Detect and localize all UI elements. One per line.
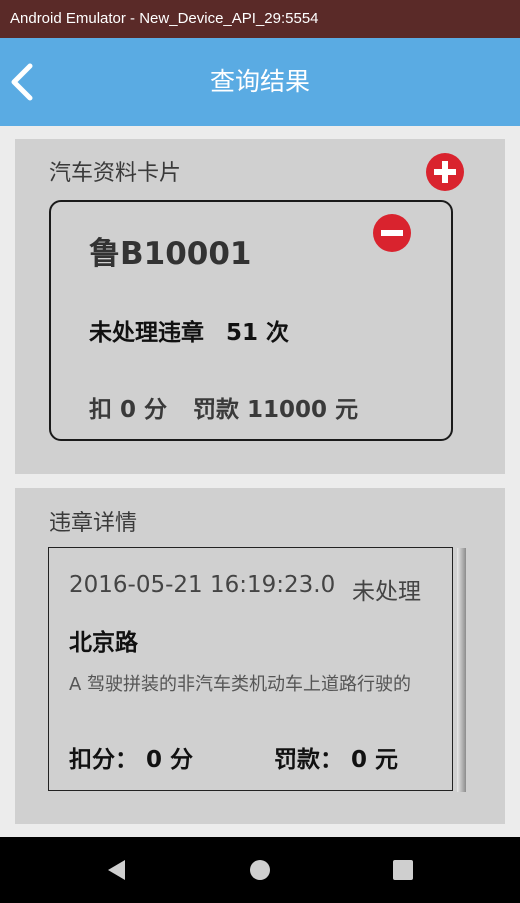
penalty-summary: 扣 0 分罚款 11000 元 — [89, 390, 358, 424]
violation-status: 未处理 — [352, 579, 421, 605]
app-bar: 查询结果 — [0, 38, 520, 126]
pending-count: 51 次 — [226, 320, 290, 346]
violation-description: A 驾驶拼装的非汽车类机动车上道路行驶的 — [69, 674, 412, 695]
violation-time: 2016-05-21 16:19:23.0 — [69, 572, 336, 598]
points-total: 扣 0 分 — [89, 397, 168, 423]
car-card-section-title: 汽车资料卡片 — [49, 161, 182, 186]
add-circle-icon[interactable] — [425, 152, 465, 192]
license-plate: 鲁B10001 — [89, 236, 252, 272]
violation-fine: 罚款： 0 元 — [274, 747, 399, 773]
violation-points: 扣分： 0 分 — [69, 747, 194, 773]
recents-square-icon[interactable] — [390, 857, 416, 883]
pending-violations: 未处理违章 51 次 — [89, 313, 289, 347]
back-arrow-icon[interactable] — [8, 60, 44, 104]
page-title: 查询结果 — [209, 67, 310, 96]
pending-label: 未处理违章 — [89, 320, 204, 346]
violation-details-section-title: 违章详情 — [49, 511, 138, 536]
home-circle-icon[interactable] — [247, 857, 273, 883]
fine-total: 罚款 11000 元 — [193, 397, 359, 423]
violation-road: 北京路 — [69, 630, 138, 656]
back-triangle-icon[interactable] — [104, 857, 130, 883]
remove-circle-icon[interactable] — [372, 213, 412, 253]
window-title-bar: Android Emulator - New_Device_API_29:555… — [0, 0, 520, 38]
scrollbar[interactable] — [457, 548, 466, 792]
system-nav-bar — [0, 837, 520, 903]
